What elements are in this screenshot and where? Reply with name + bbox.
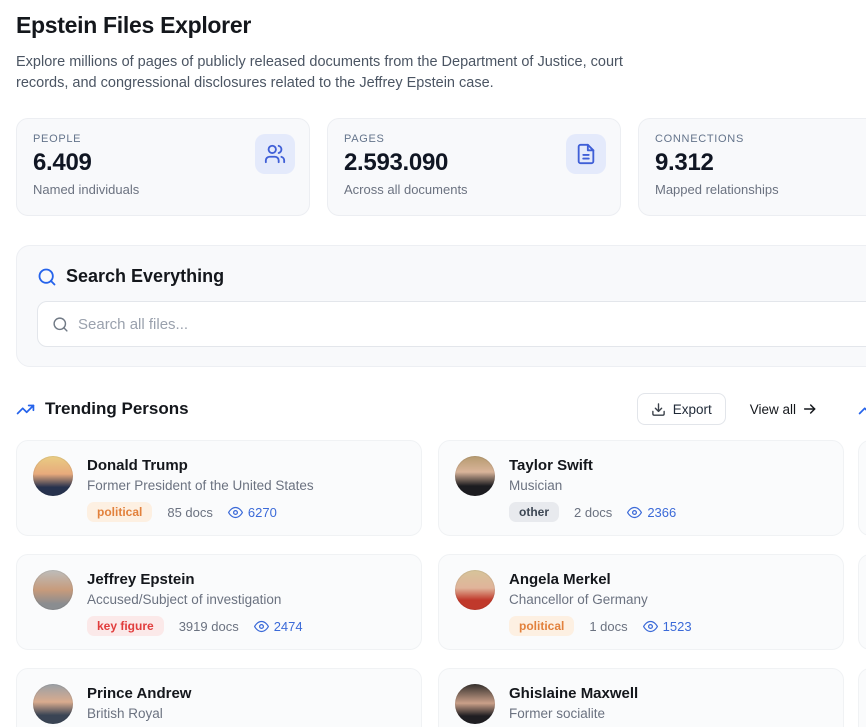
person-name: Donald Trump	[87, 457, 314, 474]
person-info: Angela Merkel Chancellor of Germany poli…	[509, 570, 692, 634]
person-card-taylor-swift[interactable]: Taylor Swift Musician other 2 docs	[438, 440, 844, 536]
search-section: Search Everything	[16, 245, 866, 367]
person-card-jeffrey-epstein[interactable]: Jeffrey Epstein Accused/Subject of inves…	[16, 554, 422, 650]
views-value: 2366	[647, 505, 676, 520]
eye-icon	[228, 505, 243, 520]
arrow-right-icon	[802, 401, 818, 417]
views-count: 2474	[254, 619, 303, 634]
person-name: Ghislaine Maxwell	[509, 685, 638, 702]
search-section-title: Search Everything	[66, 266, 224, 287]
search-input[interactable]	[78, 316, 866, 333]
person-card[interactable]	[858, 554, 866, 650]
person-name: Jeffrey Epstein	[87, 571, 303, 588]
docs-count: 1 docs	[589, 619, 627, 634]
stat-value: 9.312	[655, 149, 866, 177]
view-all-label: View all	[750, 402, 796, 417]
avatar	[455, 456, 495, 496]
adjacent-panel-header	[858, 393, 866, 425]
view-all-link[interactable]: View all	[750, 401, 818, 417]
stat-sub: Across all documents	[344, 182, 606, 197]
trending-up-icon	[16, 400, 35, 419]
persons-grid: Donald Trump Former President of the Uni…	[16, 440, 844, 727]
docs-count: 85 docs	[167, 505, 213, 520]
eye-icon	[643, 619, 658, 634]
document-icon	[566, 134, 606, 174]
views-value: 2474	[274, 619, 303, 634]
avatar	[455, 570, 495, 610]
person-role: Musician	[509, 478, 676, 493]
stat-card-pages: PAGES 2.593.090 Across all documents	[327, 118, 621, 216]
search-box	[37, 301, 866, 347]
download-icon	[651, 402, 666, 417]
stat-label: CONNECTIONS	[655, 133, 866, 145]
views-count: 6270	[228, 505, 277, 520]
person-meta: other 2 docs 2366	[509, 502, 676, 522]
views-value: 1523	[663, 619, 692, 634]
search-section-header: Search Everything	[37, 266, 866, 287]
category-badge: political	[87, 502, 152, 522]
avatar	[33, 570, 73, 610]
person-name: Angela Merkel	[509, 571, 692, 588]
eye-icon	[627, 505, 642, 520]
person-meta: key figure 3919 docs 2474	[87, 616, 303, 636]
stat-sub: Named individuals	[33, 182, 295, 197]
stat-card-connections: CONNECTIONS 9.312 Mapped relationships	[638, 118, 866, 216]
trending-persons-panel: Trending Persons Export View all	[16, 393, 844, 727]
views-count: 1523	[643, 619, 692, 634]
adjacent-cards	[858, 440, 866, 727]
avatar	[33, 456, 73, 496]
category-badge: other	[509, 502, 559, 522]
category-badge: political	[509, 616, 574, 636]
export-button-label: Export	[673, 402, 712, 417]
export-button[interactable]: Export	[637, 393, 726, 425]
trending-persons-header: Trending Persons Export View all	[16, 393, 844, 425]
person-info: Ghislaine Maxwell Former socialite	[509, 684, 638, 727]
person-role: Former socialite	[509, 706, 638, 721]
person-card-ghislaine-maxwell[interactable]: Ghislaine Maxwell Former socialite	[438, 668, 844, 727]
trending-persons-title: Trending Persons	[45, 399, 189, 419]
stat-card-people: PEOPLE 6.409 Named individuals	[16, 118, 310, 216]
person-info: Taylor Swift Musician other 2 docs	[509, 456, 676, 520]
stats-row: PEOPLE 6.409 Named individuals PAGES 2.5…	[16, 118, 866, 216]
page-subtitle: Explore millions of pages of publicly re…	[16, 52, 672, 93]
eye-icon	[254, 619, 269, 634]
adjacent-trending-panel	[858, 393, 866, 727]
views-count: 2366	[627, 505, 676, 520]
person-name: Prince Andrew	[87, 685, 191, 702]
person-info: Jeffrey Epstein Accused/Subject of inves…	[87, 570, 303, 634]
users-icon	[255, 134, 295, 174]
content-sections: Trending Persons Export View all	[16, 393, 866, 727]
docs-count: 2 docs	[574, 505, 612, 520]
avatar	[33, 684, 73, 724]
avatar	[455, 684, 495, 724]
stat-sub: Mapped relationships	[655, 182, 866, 197]
person-card-angela-merkel[interactable]: Angela Merkel Chancellor of Germany poli…	[438, 554, 844, 650]
person-info: Prince Andrew British Royal	[87, 684, 191, 727]
category-badge: key figure	[87, 616, 164, 636]
person-role: Former President of the United States	[87, 478, 314, 493]
search-input-icon	[52, 316, 69, 333]
person-name: Taylor Swift	[509, 457, 676, 474]
person-meta: political 85 docs 6270	[87, 502, 314, 522]
docs-count: 3919 docs	[179, 619, 239, 634]
page: Epstein Files Explorer Explore millions …	[0, 0, 866, 727]
views-value: 6270	[248, 505, 277, 520]
person-card-prince-andrew[interactable]: Prince Andrew British Royal	[16, 668, 422, 727]
person-info: Donald Trump Former President of the Uni…	[87, 456, 314, 520]
trending-up-icon	[858, 400, 866, 419]
search-icon	[37, 267, 57, 287]
page-title: Epstein Files Explorer	[16, 12, 866, 39]
person-card[interactable]	[858, 668, 866, 727]
person-card[interactable]	[858, 440, 866, 536]
person-role: Accused/Subject of investigation	[87, 592, 303, 607]
person-meta: political 1 docs 1523	[509, 616, 692, 636]
person-role: British Royal	[87, 706, 191, 721]
person-role: Chancellor of Germany	[509, 592, 692, 607]
person-card-donald-trump[interactable]: Donald Trump Former President of the Uni…	[16, 440, 422, 536]
